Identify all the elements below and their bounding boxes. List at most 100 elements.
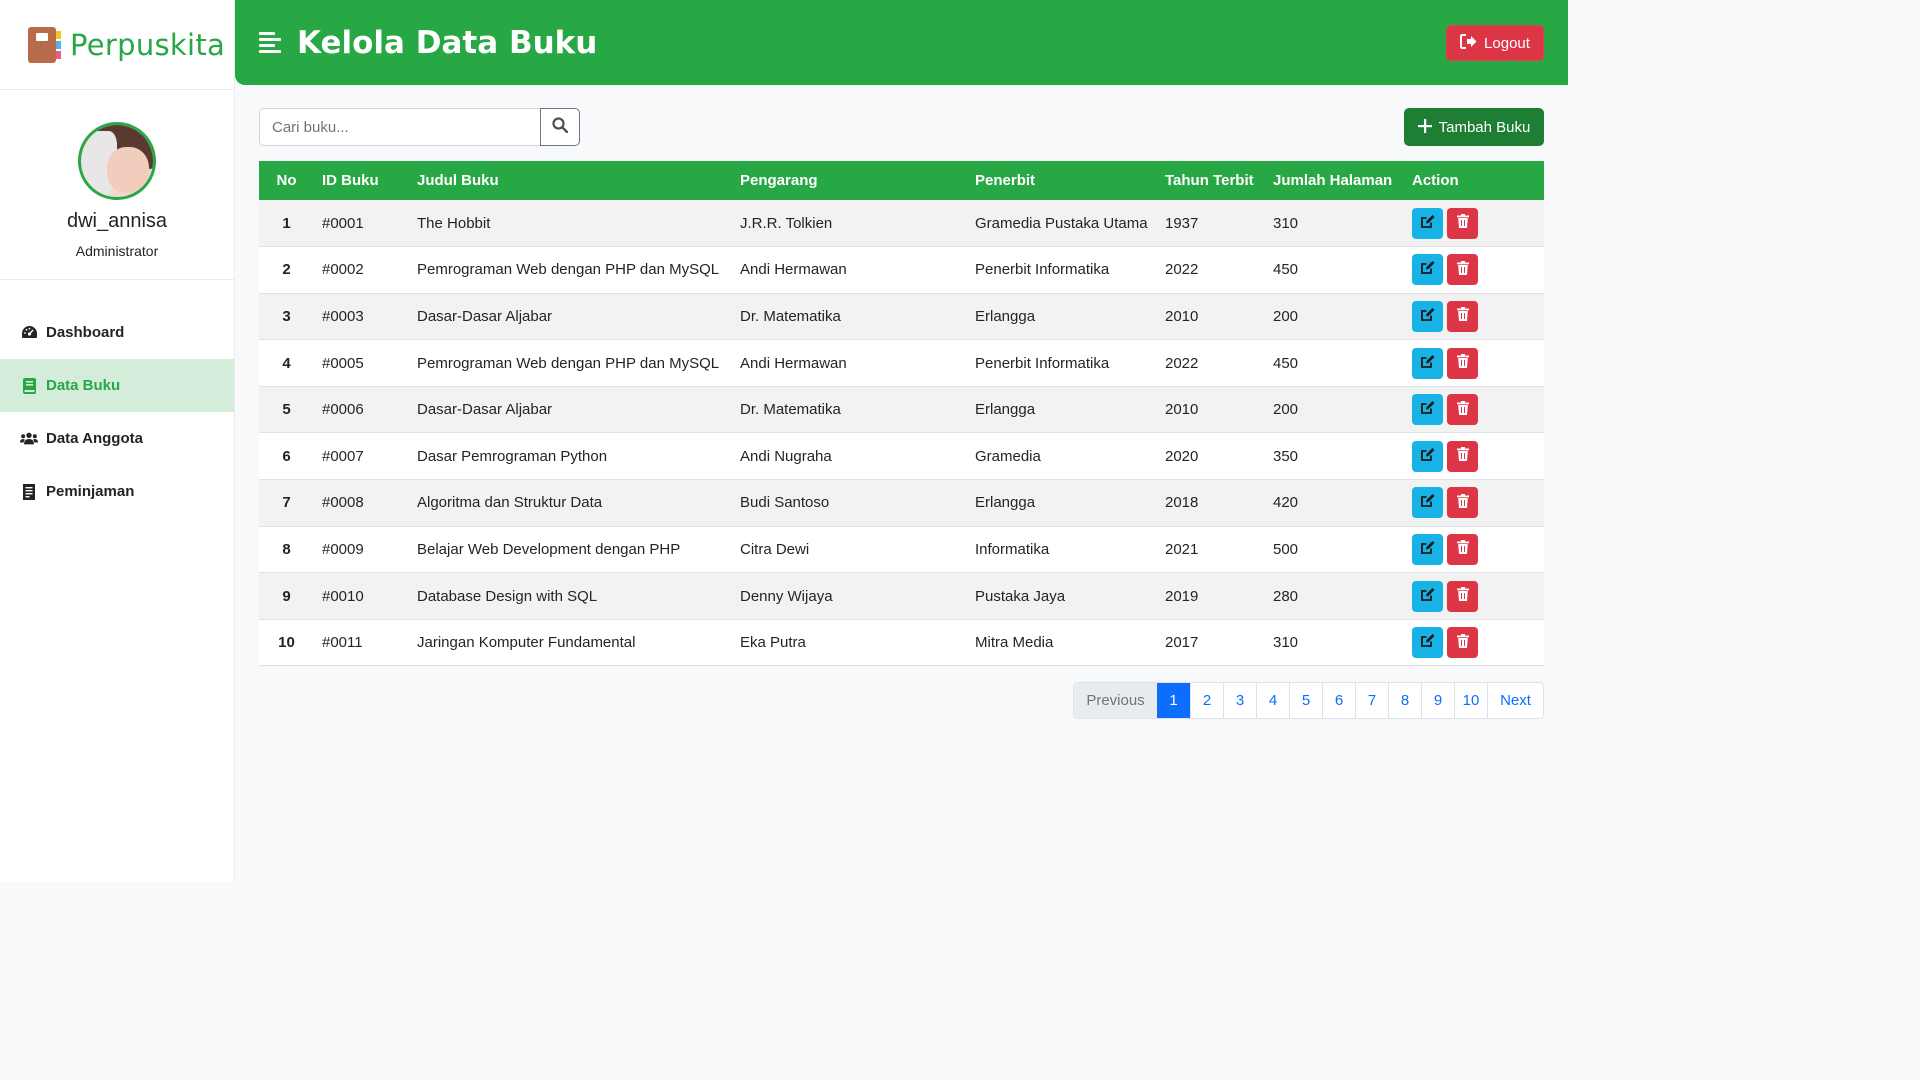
edit-button[interactable] <box>1412 254 1443 286</box>
trash-icon <box>1456 354 1469 372</box>
delete-button[interactable] <box>1447 300 1478 332</box>
cell-pengarang: Citra Dewi <box>740 540 810 558</box>
pagination-previous[interactable]: Previous <box>1074 683 1157 718</box>
sidebar-item-dashboard[interactable]: Dashboard <box>0 306 234 359</box>
cell-judul: Algoritma dan Struktur Data <box>417 494 603 512</box>
cell-action <box>1404 386 1544 433</box>
column-header-jumlah[interactable]: Jumlah Halaman <box>1265 161 1404 200</box>
page-2[interactable]: 2 <box>1190 683 1223 718</box>
cell-no: 7 <box>282 494 291 512</box>
column-header-judul[interactable]: Judul Buku <box>409 161 732 200</box>
cell-jumlah: 350 <box>1273 447 1299 465</box>
column-header-penerbit[interactable]: Penerbit <box>967 161 1157 200</box>
pagination-next[interactable]: Next <box>1487 683 1543 718</box>
trash-icon <box>1456 307 1469 325</box>
cell-no: 1 <box>282 214 291 232</box>
cell-tahun: 1937 <box>1165 214 1199 232</box>
page-4[interactable]: 4 <box>1256 683 1289 718</box>
edit-button[interactable] <box>1412 347 1443 379</box>
logout-button[interactable]: Logout <box>1446 25 1544 61</box>
delete-button[interactable] <box>1447 394 1478 426</box>
avatar <box>78 122 156 200</box>
sidebar-item-peminjaman[interactable]: Peminjaman <box>0 465 234 518</box>
delete-button[interactable] <box>1447 627 1478 659</box>
delete-button[interactable] <box>1447 440 1478 472</box>
page-1[interactable]: 1 <box>1157 683 1190 718</box>
cell-penerbit: Mitra Media <box>975 634 1054 652</box>
pagination: Previous 1 2 3 4 5 6 7 8 9 10 Next <box>1073 682 1544 719</box>
cell-judul: Database Design with SQL <box>417 587 598 605</box>
edit-button[interactable] <box>1412 207 1443 239</box>
dashboard-icon <box>20 325 38 340</box>
cell-id: #0001 <box>322 214 364 232</box>
cell-tahun: 2021 <box>1165 540 1199 558</box>
page-3[interactable]: 3 <box>1223 683 1256 718</box>
edit-button[interactable] <box>1412 580 1443 612</box>
trash-icon <box>1456 540 1469 558</box>
cell-id: #0005 <box>322 354 364 372</box>
table-row: 4 #0005 Pemrograman Web dengan PHP dan MyS… <box>259 339 1544 387</box>
sidebar-item-data-anggota[interactable]: Data Anggota <box>0 412 234 465</box>
cell-action <box>1404 340 1544 387</box>
edit-button[interactable] <box>1412 394 1443 426</box>
table-row: 5 #0006 Dasar-Dasar Aljabar Dr. Matematika E… <box>259 386 1544 433</box>
delete-button[interactable] <box>1447 254 1478 286</box>
column-header-tahun[interactable]: Tahun Terbit <box>1157 161 1265 200</box>
book-icon <box>20 377 38 394</box>
cell-pengarang: Dr. Matematika <box>740 307 841 325</box>
table-row: 7 #0008 Algoritma dan Struktur Data Budi Sa… <box>259 479 1544 527</box>
cell-penerbit: Informatika <box>975 540 1050 558</box>
table-row: 10 #0011 Jaringan Komputer Fundamental Eka … <box>259 619 1544 666</box>
page-6[interactable]: 6 <box>1322 683 1355 718</box>
cell-no: 3 <box>282 307 291 325</box>
search-icon <box>552 116 569 138</box>
search-button[interactable] <box>540 108 580 146</box>
search-input[interactable] <box>259 108 540 146</box>
cell-no: 10 <box>278 634 295 652</box>
edit-icon <box>1420 400 1435 419</box>
edit-button[interactable] <box>1412 627 1443 659</box>
cell-action <box>1404 433 1544 480</box>
column-header-pengarang[interactable]: Pengarang <box>732 161 967 200</box>
delete-button[interactable] <box>1447 487 1478 519</box>
add-book-button[interactable]: Tambah Buku <box>1404 108 1544 146</box>
trash-icon <box>1456 260 1469 279</box>
page-8[interactable]: 8 <box>1388 683 1421 718</box>
page-10[interactable]: 10 <box>1454 683 1487 718</box>
cell-no: 2 <box>282 261 291 279</box>
page-7[interactable]: 7 <box>1355 683 1388 718</box>
menu-icon[interactable] <box>259 29 281 56</box>
sidebar-item-label: Peminjaman <box>46 483 135 500</box>
edit-icon <box>1420 587 1435 606</box>
delete-button[interactable] <box>1447 533 1478 565</box>
edit-button[interactable] <box>1412 533 1443 565</box>
trash-icon <box>1456 214 1469 232</box>
column-header-no[interactable]: No <box>259 161 314 200</box>
trash-icon <box>1456 633 1469 652</box>
sidebar-item-label: Data Buku <box>46 377 121 394</box>
cell-jumlah: 310 <box>1273 214 1299 232</box>
edit-button[interactable] <box>1412 440 1443 472</box>
cell-jumlah: 500 <box>1273 540 1299 558</box>
cell-tahun: 2019 <box>1165 587 1199 605</box>
brand[interactable]: Perpuskita <box>0 0 234 90</box>
page-5[interactable]: 5 <box>1289 683 1322 718</box>
edit-icon <box>1420 214 1435 233</box>
table-row: 6 #0007 Dasar Pemrograman Python Andi Nugra… <box>259 432 1544 480</box>
delete-button[interactable] <box>1447 580 1478 612</box>
edit-button[interactable] <box>1412 300 1443 332</box>
sidebar: Perpuskita dwi_annisa Administrator Dash… <box>0 0 235 882</box>
cell-jumlah: 450 <box>1273 261 1299 279</box>
sidebar-item-data-buku[interactable]: Data Buku <box>0 359 234 412</box>
edit-button[interactable] <box>1412 487 1443 519</box>
delete-button[interactable] <box>1447 207 1478 239</box>
cell-tahun: 2022 <box>1165 354 1199 372</box>
cell-pengarang: Andi Hermawan <box>740 261 847 279</box>
column-header-id[interactable]: ID Buku <box>314 161 409 200</box>
cell-pengarang: Denny Wijaya <box>740 587 833 605</box>
trash-icon <box>1456 587 1469 605</box>
delete-button[interactable] <box>1447 347 1478 379</box>
page-9[interactable]: 9 <box>1421 683 1454 718</box>
cell-penerbit: Erlangga <box>975 401 1036 419</box>
user-role: Administrator <box>75 243 159 259</box>
